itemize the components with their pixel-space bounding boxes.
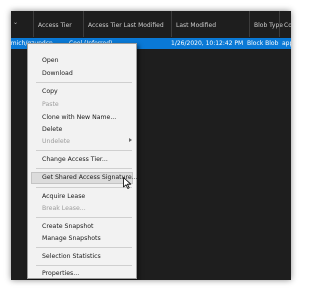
menu-item-change-access-tier[interactable]: Change Access Tier... [42, 156, 108, 164]
context-menu: Open Download Copy Paste Clone with New … [27, 43, 138, 279]
menu-item-paste[interactable]: Paste [42, 101, 59, 109]
column-header-content[interactable]: Content [279, 11, 291, 37]
column-header-blob-type[interactable]: Blob Type [249, 11, 283, 37]
table-header: ⌄ Access Tier Access Tier Last Modified … [11, 11, 291, 37]
menu-item-create-snapshot[interactable]: Create Snapshot [42, 223, 93, 231]
cell-last-modified: 1/26/2020, 10:12:42 PM [171, 40, 244, 47]
column-header-access-tier[interactable]: Access Tier [33, 11, 83, 37]
menu-separator [36, 247, 132, 248]
menu-separator [36, 82, 132, 83]
menu-item-copy[interactable]: Copy [42, 88, 58, 96]
menu-separator [36, 265, 132, 266]
menu-item-break-lease[interactable]: Break Lease... [42, 205, 86, 213]
menu-item-delete[interactable]: Delete [42, 126, 62, 134]
menu-separator [36, 150, 132, 151]
menu-item-properties[interactable]: Properties... [42, 270, 79, 278]
mouse-pointer-icon [123, 177, 132, 189]
menu-separator [36, 168, 132, 169]
chevron-down-icon[interactable]: ⌄ [13, 19, 18, 27]
cell-content: appli [282, 40, 291, 47]
menu-item-clone[interactable]: Clone with New Name... [42, 114, 116, 122]
menu-item-download[interactable]: Download [42, 70, 73, 78]
menu-item-selection-statistics[interactable]: Selection Statistics [42, 253, 101, 261]
menu-separator [36, 217, 132, 218]
menu-item-open[interactable]: Open [42, 57, 59, 65]
chevron-right-icon [129, 138, 132, 142]
cell-blob-type: Block Blob [247, 40, 279, 47]
menu-item-manage-snapshots[interactable]: Manage Snapshots [42, 235, 101, 243]
menu-item-acquire-lease[interactable]: Acquire Lease [42, 193, 85, 201]
storage-explorer-window: ⌄ Access Tier Access Tier Last Modified … [11, 11, 291, 280]
column-header-last-modified[interactable]: Last Modified [171, 11, 249, 37]
column-header-access-tier-last-modified[interactable]: Access Tier Last Modified [83, 11, 171, 37]
menu-item-undelete[interactable]: Undelete [42, 138, 70, 146]
menu-separator [36, 187, 132, 188]
